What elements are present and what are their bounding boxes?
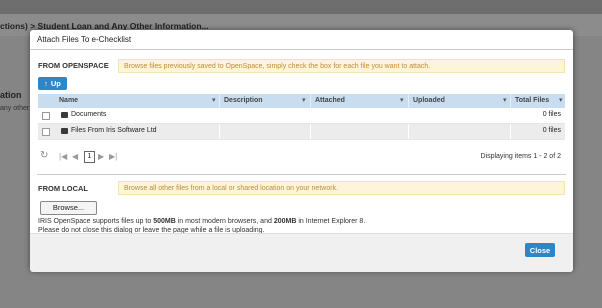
dialog-footer: Close	[30, 233, 573, 272]
up-button[interactable]: ↑ Up	[38, 77, 67, 90]
filter-icon[interactable]: ▾	[559, 96, 563, 104]
note-limit-modern: 500MB	[153, 218, 176, 225]
row-total-files: 0 files	[542, 127, 561, 134]
filter-icon[interactable]: ▾	[212, 96, 216, 104]
first-page-icon[interactable]: |◀	[59, 152, 67, 161]
local-section-label: FROM LOCAL	[38, 184, 88, 193]
note-limit-ie8: 200MB	[273, 218, 297, 225]
app-header-bar	[0, 0, 602, 14]
table-row[interactable]: Files From Iris Software Ltd 0 files	[38, 124, 565, 140]
prev-page-icon[interactable]: ◀	[72, 152, 78, 161]
note-text: in most modern browsers, and	[175, 218, 274, 225]
arrow-up-icon: ↑	[44, 79, 48, 88]
next-page-icon[interactable]: ▶	[98, 152, 104, 161]
column-header-name[interactable]: Name	[59, 97, 78, 104]
attach-files-dialog: Attach Files To e-Checklist FROM OPENSPA…	[30, 30, 573, 272]
note-text: in Internet Explorer 8.	[296, 218, 366, 225]
openspace-hint: Browse files previously saved to OpenSpa…	[118, 59, 565, 73]
row-total-files: 0 files	[542, 111, 561, 118]
filter-icon[interactable]: ▾	[302, 96, 306, 104]
filter-icon[interactable]: ▾	[503, 96, 507, 104]
current-page[interactable]: 1	[84, 151, 95, 163]
up-button-label: Up	[50, 79, 61, 88]
files-grid: Name ▾ Description ▾ Attached ▾ Uploaded…	[38, 94, 565, 140]
folder-icon	[61, 128, 68, 134]
table-row[interactable]: Documents 0 files	[38, 108, 565, 124]
note-text: IRIS OpenSpace supports files up to	[38, 218, 154, 225]
filter-icon[interactable]: ▾	[400, 96, 404, 104]
background-section-text: any other	[0, 105, 30, 112]
column-header-uploaded[interactable]: Uploaded	[413, 97, 445, 104]
close-button[interactable]: Close	[525, 243, 555, 257]
folder-icon	[61, 112, 68, 118]
local-hint: Browse all other files from a local or s…	[118, 181, 565, 195]
column-header-total-files[interactable]: Total Files	[515, 97, 549, 104]
section-divider	[37, 174, 566, 175]
row-checkbox[interactable]	[42, 112, 50, 120]
dialog-titlebar: Attach Files To e-Checklist	[30, 30, 573, 50]
openspace-section-label: FROM OPENSPACE	[38, 61, 109, 70]
dialog-title: Attach Files To e-Checklist	[37, 35, 132, 44]
refresh-icon[interactable]: ↻	[40, 150, 48, 161]
pager: ↻ |◀ ◀ 1 ▶ ▶| Displaying items 1 - 2 of …	[38, 150, 565, 164]
grid-header: Name ▾ Description ▾ Attached ▾ Uploaded…	[38, 94, 565, 108]
last-page-icon[interactable]: ▶|	[109, 152, 117, 161]
pager-info: Displaying items 1 - 2 of 2	[480, 153, 561, 160]
row-name[interactable]: Files From Iris Software Ltd	[71, 127, 157, 134]
browse-button[interactable]: Browse...	[40, 201, 97, 215]
background-section-heading: ation	[0, 90, 22, 100]
row-checkbox[interactable]	[42, 128, 50, 136]
row-name[interactable]: Documents	[71, 111, 106, 118]
column-header-description[interactable]: Description	[224, 97, 263, 104]
column-header-attached[interactable]: Attached	[315, 97, 345, 104]
